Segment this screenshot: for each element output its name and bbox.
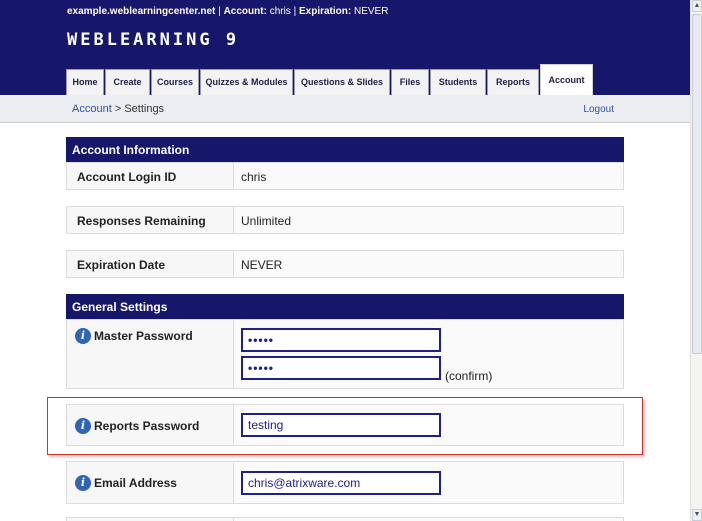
account-login-value: chris (241, 170, 267, 184)
breadcrumb-account-link[interactable]: Account (72, 103, 112, 115)
expiration-value: NEVER (354, 6, 389, 17)
domain-text: example.weblearningcenter.net (67, 6, 216, 17)
account-login-label: Account Login ID (77, 170, 177, 184)
subnav-bar: Account > Settings Logout (0, 95, 690, 123)
main-nav-tabs: Home Create Courses Quizzes & Modules Qu… (66, 64, 594, 95)
email-address-input[interactable]: chris@atrixware.com (241, 471, 441, 495)
expiration-label: Expiration: (298, 6, 352, 17)
down-arrow-icon[interactable]: ▼ (692, 509, 702, 521)
next-settings-row (66, 517, 624, 521)
tab-home[interactable]: Home (66, 69, 104, 95)
expiration-date-row: Expiration Date NEVER (66, 250, 624, 278)
tab-students[interactable]: Students (430, 69, 486, 95)
email-address-label: Email Address (94, 476, 177, 490)
site-header: example.weblearningcenter.net | Account:… (0, 0, 690, 95)
tab-account[interactable]: Account (540, 64, 593, 95)
email-address-row: i Email Address chris@atrixware.com (66, 461, 624, 504)
tab-create[interactable]: Create (105, 69, 150, 95)
master-password-row: i Master Password ••••• ••••• (confirm) (66, 319, 624, 389)
master-password-label: Master Password (94, 329, 193, 343)
tab-reports[interactable]: Reports (487, 69, 539, 95)
breadcrumb-current: Settings (124, 103, 165, 115)
expiration-date-value: NEVER (241, 258, 283, 272)
responses-remaining-label: Responses Remaining (77, 214, 206, 228)
page-scrollbar[interactable]: ▲ ▼ (690, 0, 702, 521)
account-information-header: Account Information (66, 137, 624, 162)
info-icon[interactable]: i (75, 328, 91, 344)
tab-files[interactable]: Files (391, 69, 429, 95)
breadcrumb-separator: > (114, 103, 122, 115)
responses-remaining-row: Responses Remaining Unlimited (66, 206, 624, 234)
responses-remaining-value: Unlimited (241, 214, 292, 228)
general-settings-header: General Settings (66, 294, 624, 319)
account-label: Account: (223, 6, 267, 17)
tab-quizzes-modules[interactable]: Quizzes & Modules (200, 69, 293, 95)
account-summary: example.weblearningcenter.net | Account:… (67, 6, 389, 17)
expiration-date-label: Expiration Date (77, 258, 166, 272)
breadcrumb: Account > Settings (72, 103, 164, 115)
highlight-box (47, 397, 643, 455)
info-icon[interactable]: i (75, 475, 91, 491)
master-password-confirm-input[interactable]: ••••• (241, 356, 441, 380)
tab-questions-slides[interactable]: Questions & Slides (294, 69, 390, 95)
tab-courses[interactable]: Courses (151, 69, 199, 95)
account-login-row: Account Login ID chris (66, 162, 624, 190)
confirm-label: (confirm) (445, 369, 493, 383)
master-password-input[interactable]: ••••• (241, 328, 441, 352)
weblearning-logo: WEBLEARNING 9 (67, 30, 240, 50)
scrollbar-thumb[interactable] (692, 14, 702, 354)
logout-link[interactable]: Logout (583, 104, 614, 115)
up-arrow-icon[interactable]: ▲ (692, 0, 702, 12)
account-value: chris (269, 6, 291, 17)
